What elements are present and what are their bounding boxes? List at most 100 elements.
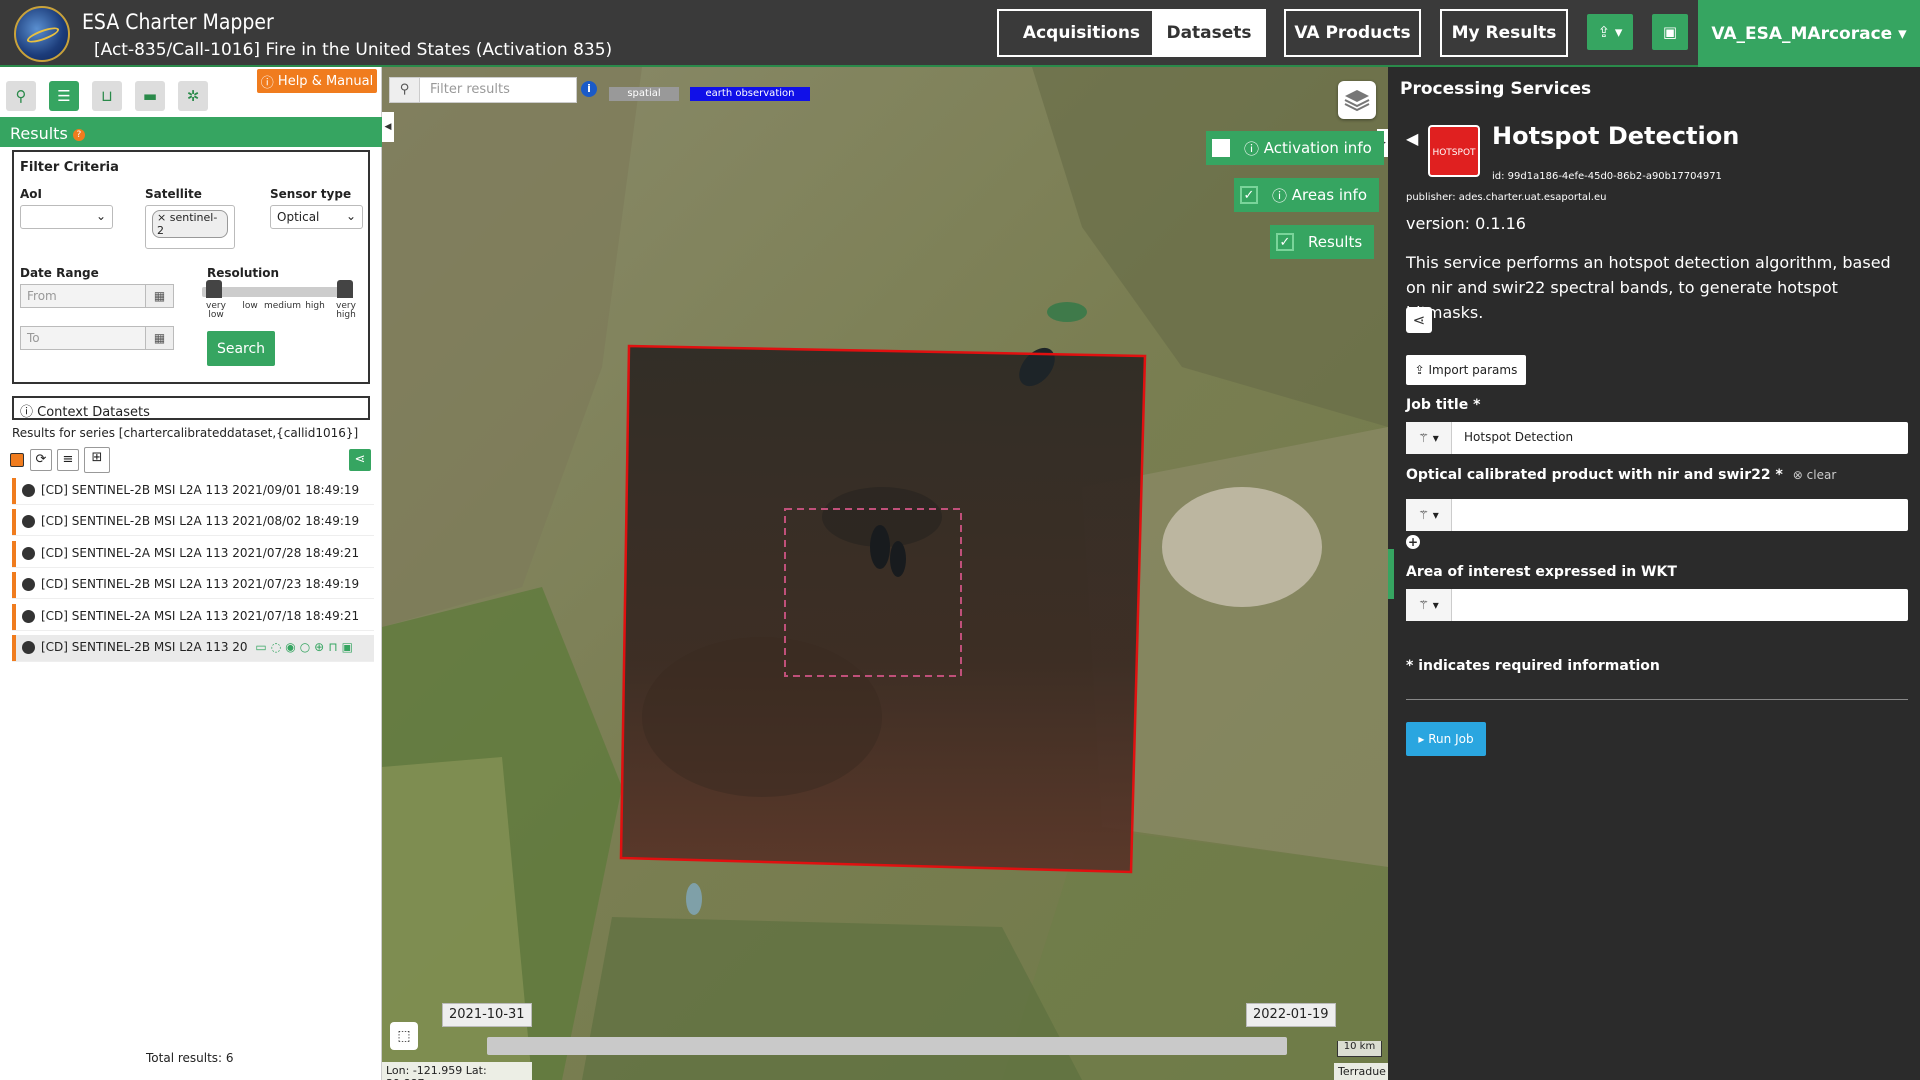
tag-earth-observation[interactable]: earth observation — [690, 87, 810, 101]
tab-search[interactable]: ⚲ — [6, 81, 36, 111]
back-chevron-icon[interactable]: ◀ — [1406, 129, 1418, 148]
run-job-button[interactable]: ▸ Run Job — [1406, 722, 1486, 756]
service-description: This service performs an hotspot detecti… — [1406, 253, 1891, 322]
globe-icon — [22, 547, 35, 560]
basket-icon: ⊔ — [101, 87, 113, 105]
calendar-icon[interactable]: ▦ — [145, 327, 173, 349]
nav-my-results[interactable]: My Results — [1440, 9, 1568, 57]
top-bar: ESA Charter Mapper [Act-835/Call-1016] F… — [0, 0, 1920, 67]
aoi-select[interactable]: ⌄ — [20, 205, 113, 229]
date-from-placeholder: From — [27, 289, 57, 303]
areas-info-toggle[interactable]: ✓ ⓘ Areas info — [1234, 178, 1380, 212]
esa-charter-logo[interactable] — [14, 6, 70, 62]
result-row[interactable]: [CD] SENTINEL-2A MSI L2A 113 2021/07/18 … — [12, 604, 374, 630]
result-row-selected[interactable]: [CD] SENTINEL-2B MSI L2A 113 20 ▭ ◌ ◉ ○ ⊕ ⊓ ▣ — [12, 635, 374, 661]
job-title-input[interactable]: ⚚ ▾ Hotspot Detection — [1406, 422, 1908, 454]
calendar-icon[interactable]: ▦ — [145, 285, 173, 307]
result-title: [CD] SENTINEL-2B MSI L2A 113 2021/08/02 … — [41, 514, 360, 528]
globe-icon — [22, 641, 35, 654]
zoom-icon[interactable]: ⊕ — [314, 640, 324, 654]
activation-info-toggle[interactable]: ⓘ Activation info — [1206, 131, 1384, 165]
share-icon[interactable]: ⋖ — [1406, 307, 1432, 333]
layers-button[interactable] — [1338, 81, 1376, 119]
fullscreen-icon[interactable]: ⬚ — [390, 1022, 418, 1050]
magic-wand-icon[interactable]: ⚚ ▾ — [1406, 499, 1452, 531]
panel-resize-handle[interactable] — [1388, 549, 1394, 599]
magic-wand-icon[interactable]: ⚚ ▾ — [1406, 422, 1452, 454]
date-from-input[interactable]: From ▦ — [20, 284, 174, 308]
unlock-icon[interactable]: ⊓ — [328, 640, 337, 654]
comment-icon[interactable]: ◌ — [271, 640, 281, 654]
collapse-left-panel-button[interactable]: ◀ — [382, 112, 394, 142]
import-params-button[interactable]: ⇪ Import params — [1406, 355, 1526, 385]
upload-dropdown-button[interactable]: ⇪ ▾ — [1587, 14, 1633, 50]
result-title: [CD] SENTINEL-2A MSI L2A 113 2021/07/28 … — [41, 546, 360, 560]
map-credit: Terradue — [1334, 1063, 1388, 1080]
results-toggle[interactable]: ✓ Results — [1270, 225, 1375, 259]
date-to-input[interactable]: To ▦ — [20, 326, 174, 350]
info-icon[interactable]: i — [581, 81, 597, 97]
satellite-multiselect[interactable]: × sentinel-2 — [145, 205, 235, 249]
map-view[interactable]: ◀ ⚲ Filter results i spatial earth observ… — [382, 67, 1388, 1080]
clear-button[interactable]: ⊗ clear — [1793, 468, 1836, 482]
tab-archive[interactable]: ▬ — [135, 81, 165, 111]
refresh-icon[interactable]: ⟳ — [30, 449, 52, 471]
tab-results[interactable]: ☰ — [49, 81, 79, 111]
checkbox-checked[interactable]: ✓ — [1240, 186, 1258, 204]
total-results: Total results: 6 — [146, 1051, 234, 1065]
list-icon: ☰ — [57, 87, 71, 105]
upload-icon: ⇪ — [1414, 363, 1429, 377]
aoi-wkt-input[interactable]: ⚚ ▾ — [1406, 589, 1908, 621]
checkbox[interactable] — [1212, 139, 1230, 157]
select-all-checkbox[interactable] — [10, 453, 24, 467]
upload-icon: ⇪ ▾ — [1597, 23, 1623, 41]
layers-icon — [1344, 90, 1370, 112]
basket-add-icon[interactable]: ▣ — [342, 640, 353, 654]
eye-icon[interactable]: ◉ — [285, 640, 295, 654]
result-row[interactable]: [CD] SENTINEL-2A MSI L2A 113 2021/07/28 … — [12, 541, 374, 567]
tab-basket[interactable]: ⊔ — [92, 81, 122, 111]
import-params-label: Import params — [1428, 363, 1518, 377]
service-id: id: 99d1a186-4efe-45d0-86b2-a90b17704971 — [1492, 171, 1722, 182]
magic-wand-icon[interactable]: ⚚ ▾ — [1406, 589, 1452, 621]
optical-product-input[interactable]: ⚚ ▾ — [1406, 499, 1908, 531]
context-datasets-header[interactable]: ⓘ Context Datasets — [12, 396, 370, 420]
job-title-value: Hotspot Detection — [1464, 430, 1574, 444]
tag-spatial[interactable]: spatial — [609, 87, 679, 101]
app-title: ESA Charter Mapper — [82, 10, 274, 34]
search-button[interactable]: Search — [207, 331, 275, 366]
timeline-slider[interactable] — [487, 1037, 1287, 1055]
circle-icon[interactable]: ○ — [300, 640, 310, 654]
checkbox-checked[interactable]: ✓ — [1276, 233, 1294, 251]
share-icon[interactable]: ⋖ — [349, 449, 371, 471]
nav-datasets[interactable]: Datasets — [1152, 9, 1266, 57]
result-row[interactable]: [CD] SENTINEL-2B MSI L2A 113 2021/09/01 … — [12, 478, 374, 504]
satellite-tag[interactable]: × sentinel-2 — [152, 210, 228, 238]
required-note: * indicates required information — [1406, 658, 1660, 674]
nav-va-products[interactable]: VA Products — [1284, 9, 1421, 57]
help-question-icon[interactable]: ? — [72, 128, 85, 141]
add-to-basket-icon[interactable]: ⊞ — [84, 447, 110, 473]
context-datasets-label: Context Datasets — [37, 405, 150, 420]
list-view-icon[interactable]: ≡ — [57, 449, 79, 471]
res-tick-very-low: very low — [206, 301, 226, 320]
aoi-label: AoI — [20, 187, 42, 201]
chevron-down-icon: ⌄ — [95, 209, 106, 223]
nav-acquisitions[interactable]: Acquisitions — [997, 9, 1166, 57]
help-manual-button[interactable]: ⓘ Help & Manual — [257, 69, 377, 93]
result-row[interactable]: [CD] SENTINEL-2B MSI L2A 113 2021/07/23 … — [12, 572, 374, 598]
date-to-placeholder: To — [27, 331, 40, 345]
sensor-type-select[interactable]: Optical ⌄ — [270, 205, 363, 229]
folder-icon[interactable]: ▭ — [255, 640, 266, 654]
filter-results-input[interactable]: ⚲ Filter results — [389, 77, 577, 103]
user-menu[interactable]: VA_ESA_MArcorace ▾ — [1698, 0, 1920, 67]
result-row[interactable]: [CD] SENTINEL-2B MSI L2A 113 2021/08/02 … — [12, 509, 374, 535]
tab-settings[interactable]: ✲ — [178, 81, 208, 111]
timeline-end-date: 2022-01-19 — [1246, 1003, 1336, 1027]
archive-icon: ▬ — [142, 87, 158, 105]
add-plus-icon[interactable]: + — [1406, 535, 1420, 549]
toolbox-button[interactable]: ▣ — [1652, 14, 1688, 50]
resolution-min-handle[interactable] — [206, 280, 222, 298]
resolution-max-handle[interactable] — [337, 280, 353, 298]
resolution-slider[interactable] — [202, 287, 352, 297]
